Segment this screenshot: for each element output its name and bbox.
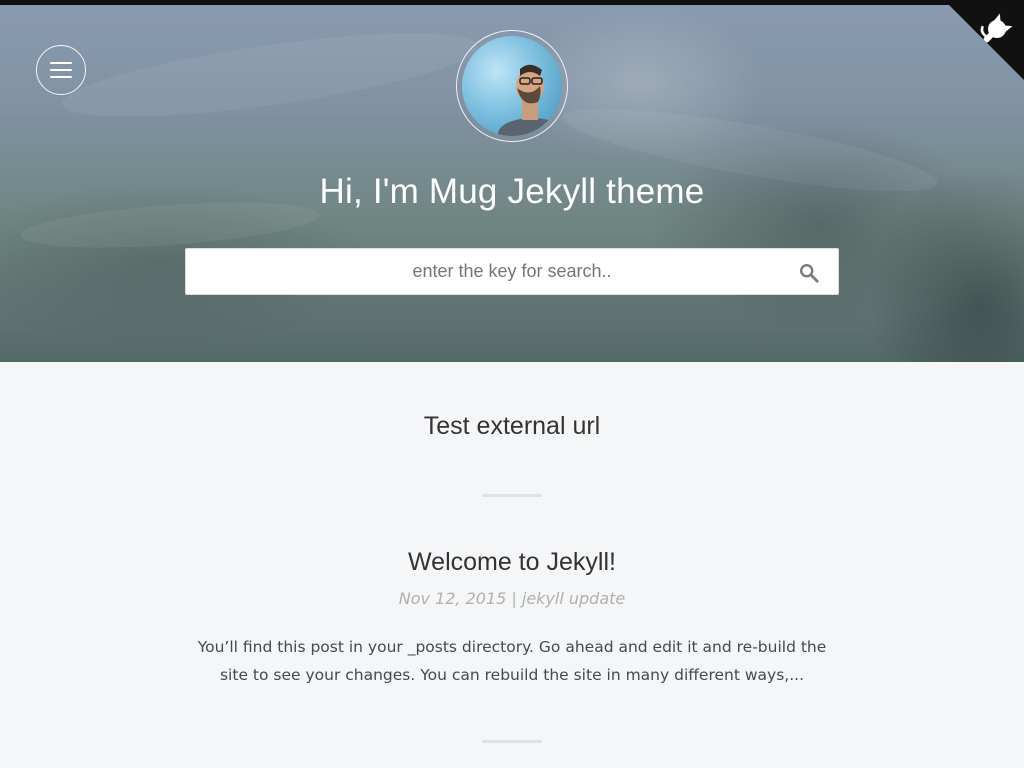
post-meta: Nov 12, 2015 | jekyll update xyxy=(398,589,626,608)
post-excerpt: You’ll find this post in your _posts dir… xyxy=(197,638,827,684)
search-box xyxy=(185,248,839,295)
divider xyxy=(482,740,542,743)
divider xyxy=(482,494,542,497)
search-icon[interactable] xyxy=(798,262,820,284)
menu-button[interactable] xyxy=(36,45,86,95)
site-title: Hi, I'm Mug Jekyll theme xyxy=(319,172,705,211)
post-title[interactable]: Welcome to Jekyll! xyxy=(0,548,1024,577)
hamburger-menu-icon xyxy=(50,62,72,64)
search-input[interactable] xyxy=(186,249,838,294)
section-title[interactable]: Test external url xyxy=(0,412,1024,441)
avatar xyxy=(462,36,562,136)
github-corner-link[interactable] xyxy=(949,5,1024,80)
avatar-frame xyxy=(456,30,568,142)
